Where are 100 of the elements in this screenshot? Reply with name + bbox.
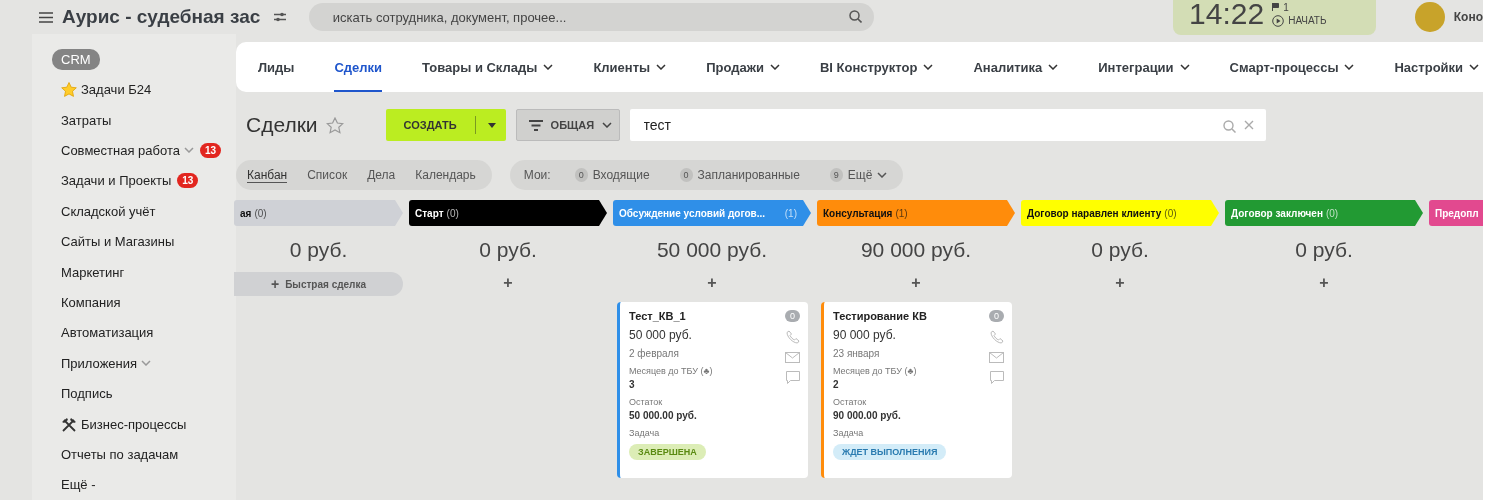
nav-tab[interactable]: Клиенты bbox=[593, 42, 667, 92]
sidebar-item[interactable]: Компания bbox=[32, 287, 236, 318]
counter-badge: 13 bbox=[199, 142, 222, 158]
sidebar-item[interactable]: Автоматизация bbox=[32, 317, 236, 349]
start-label: НАЧАТЬ bbox=[1288, 15, 1327, 26]
deal-date: 23 января bbox=[833, 348, 880, 359]
counter-filter[interactable]: 0 Запланированные bbox=[679, 168, 800, 182]
mail-icon bbox=[785, 352, 800, 363]
nav-tab[interactable]: Товары и Склады bbox=[422, 42, 554, 92]
crossed-hammers-icon bbox=[61, 416, 77, 432]
settings-sliders-icon bbox=[273, 12, 286, 22]
sidebar-item[interactable]: Задачи Б24 bbox=[32, 74, 236, 105]
search-icon bbox=[1222, 120, 1236, 133]
page-title: Сделки bbox=[246, 113, 318, 137]
sidebar-item[interactable]: Затраты bbox=[32, 104, 236, 136]
nav-tab[interactable]: Смарт-процессы bbox=[1229, 42, 1355, 92]
add-button[interactable]: + bbox=[707, 274, 717, 294]
create-button[interactable]: СОЗДАТЬ bbox=[385, 109, 506, 141]
avatar[interactable] bbox=[1415, 2, 1445, 32]
add-button[interactable]: + bbox=[1319, 274, 1329, 294]
search-field[interactable]: искать сотрудника, документ, прочее... bbox=[308, 3, 875, 31]
counter-filter[interactable]: 9 Ещё bbox=[829, 168, 888, 182]
field-value: 90 000.00 руб. bbox=[833, 410, 901, 421]
stage-total: 0 руб. bbox=[479, 238, 537, 263]
nav-tab[interactable]: Интеграции bbox=[1098, 42, 1190, 92]
stage-header[interactable]: Договор заключен (0) bbox=[1225, 200, 1423, 226]
sidebar-item[interactable]: Ещё - bbox=[32, 469, 236, 500]
view-tab[interactable]: Дела bbox=[367, 168, 396, 182]
view-tab[interactable]: Календарь bbox=[415, 168, 476, 182]
deal-title[interactable]: Тест_КВ_1 bbox=[629, 310, 686, 322]
add-button[interactable]: + bbox=[1115, 274, 1125, 294]
sidebar-item[interactable]: Маркетинг bbox=[32, 256, 236, 288]
menu-icon bbox=[39, 11, 53, 23]
field-value: 3 bbox=[629, 379, 635, 390]
nav-tab[interactable]: Лиды bbox=[258, 42, 295, 92]
field-label: Остаток bbox=[629, 397, 663, 407]
deal-card[interactable]: Тест_КВ_1 0 50 000 руб. 2 февраля Месяцев до ТБУ (♣) 3 Остаток 50 000.00 руб. Задача ЗАВЕРШЕНА bbox=[617, 302, 808, 478]
deal-card[interactable]: Тестирование КВ 0 90 000 руб. 23 января Месяцев до ТБУ (♣) 2 Остаток 90 000.00 руб. Задача ЖДЕТ ВЫПОЛНЕНИЯ bbox=[821, 302, 1012, 478]
stage-total: 90 000 руб. bbox=[860, 238, 972, 263]
user-name[interactable]: Коно bbox=[1453, 10, 1483, 24]
field-label: Остаток bbox=[833, 397, 867, 407]
task-status-badge: ЖДЕТ ВЫПОЛНЕНИЯ bbox=[833, 444, 947, 460]
field-label: Задача bbox=[629, 428, 660, 438]
sidebar-item[interactable]: Задачи и Проекты 13 bbox=[32, 165, 236, 197]
phone-icon bbox=[990, 330, 1004, 344]
stage-total: 50 000 руб. bbox=[656, 238, 768, 263]
counter-badge: 13 bbox=[177, 173, 199, 189]
stage-total: 0 руб. bbox=[289, 238, 348, 263]
clock-time: 14:22 bbox=[1189, 0, 1265, 31]
flag-count: 1 bbox=[1283, 1, 1289, 13]
nav-tab[interactable]: Сделки bbox=[334, 42, 383, 92]
sidebar-item[interactable]: Бизнес-процессы bbox=[32, 408, 236, 440]
filter-button[interactable]: ОБЩАЯ bbox=[515, 109, 620, 141]
search-field[interactable]: тест bbox=[629, 109, 1266, 141]
portal-title: Аурис - судебная зас bbox=[62, 6, 262, 28]
sidebar-item[interactable]: CRM bbox=[32, 44, 236, 75]
count-badge: 0 bbox=[679, 168, 693, 182]
nav-tab[interactable]: Аналитика bbox=[973, 42, 1059, 92]
nav-tab[interactable]: Настройки bbox=[1394, 42, 1480, 92]
clock-widget[interactable]: 14:22 1 НАЧАТЬ bbox=[1173, 0, 1377, 35]
quick-deal-button[interactable]: + Быстрая сделка bbox=[234, 272, 403, 296]
stage-total: 0 руб. bbox=[1295, 238, 1353, 263]
deal-amount: 50 000 руб. bbox=[629, 328, 692, 342]
chat-icon bbox=[990, 371, 1004, 384]
sidebar-item[interactable]: Совместная работа 13 bbox=[32, 135, 236, 166]
sidebar-item[interactable]: Приложения bbox=[32, 348, 236, 379]
field-value: 50 000.00 руб. bbox=[629, 410, 697, 421]
play-icon bbox=[1272, 14, 1285, 27]
nav-tab[interactable]: Продажи bbox=[706, 42, 780, 92]
counter-filter[interactable]: 0 Входящие bbox=[574, 168, 650, 182]
search-icon bbox=[849, 10, 863, 23]
nav-tab[interactable]: BI Конструктор bbox=[819, 42, 934, 92]
counters-label: Мои: bbox=[523, 168, 551, 182]
sidebar-item[interactable]: Сайты и Магазины bbox=[32, 226, 236, 257]
stage-header[interactable]: ая (0) bbox=[234, 200, 403, 226]
field-label: Месяцев до ТБУ (♣) bbox=[833, 366, 917, 376]
deal-amount: 90 000 руб. bbox=[833, 328, 896, 342]
close-icon bbox=[1243, 120, 1254, 130]
count-badge: 0 bbox=[574, 168, 588, 182]
chat-icon bbox=[786, 371, 800, 384]
sidebar-item[interactable]: Отчеты по задачам bbox=[32, 439, 236, 470]
view-tab[interactable]: Канбан bbox=[247, 167, 288, 183]
count-badge: 9 bbox=[829, 168, 843, 182]
add-button[interactable]: + bbox=[911, 274, 921, 294]
sidebar-item[interactable]: Складской учёт bbox=[32, 196, 236, 227]
deal-title[interactable]: Тестирование КВ bbox=[833, 310, 927, 322]
deal-date: 2 февраля bbox=[629, 348, 679, 359]
chevron-down-icon bbox=[602, 122, 613, 128]
add-button[interactable]: + bbox=[503, 274, 513, 294]
sidebar-item[interactable]: Подпись bbox=[32, 378, 236, 409]
comment-count-badge: 0 bbox=[785, 310, 800, 322]
stage-header[interactable]: Предопл bbox=[1429, 200, 1483, 226]
stage-header[interactable]: Договор наравлен клиенту (0) bbox=[1021, 200, 1219, 226]
filter-icon bbox=[528, 119, 543, 131]
view-tab[interactable]: Список bbox=[307, 168, 348, 182]
comment-count-badge: 0 bbox=[989, 310, 1004, 322]
flag-icon bbox=[1272, 3, 1280, 11]
stage-header[interactable]: Консультация (1) bbox=[817, 200, 1015, 226]
mail-icon bbox=[989, 352, 1004, 363]
stage-header[interactable]: Старт (0) bbox=[409, 200, 607, 226]
